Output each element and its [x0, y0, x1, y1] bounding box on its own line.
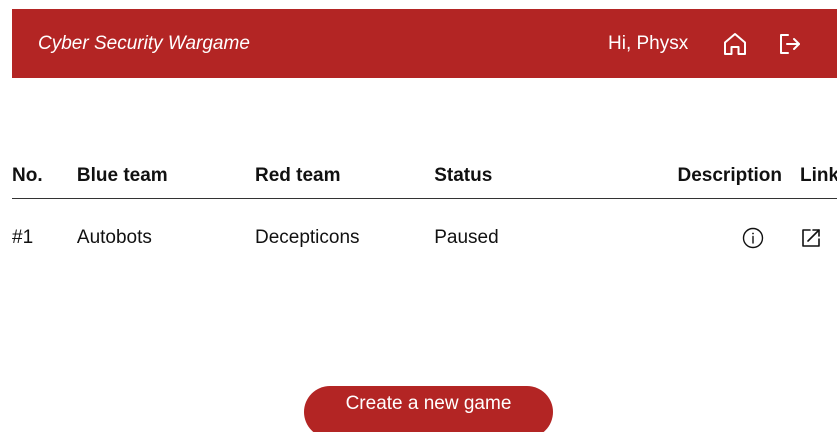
- column-header-red-team: Red team: [254, 153, 435, 199]
- table-header-row: No. Blue team Red team Status Descriptio…: [12, 153, 837, 199]
- open-link-icon[interactable]: [800, 227, 822, 249]
- link-cell: [800, 199, 837, 278]
- top-navbar: Cyber Security Wargame Hi, Physx: [12, 9, 837, 78]
- page: Cyber Security Wargame Hi, Physx No. Blu…: [0, 0, 837, 432]
- column-header-number: No.: [12, 153, 77, 199]
- game-number: #1: [12, 227, 34, 248]
- column-header-status: Status: [434, 153, 623, 199]
- games-table: No. Blue team Red team Status Descriptio…: [12, 153, 837, 277]
- game-status: Paused: [434, 227, 499, 248]
- table-row: #1 Autobots Decepticons Paused: [12, 199, 837, 278]
- red-team-name: Decepticons: [254, 227, 360, 248]
- brand-title[interactable]: Cyber Security Wargame: [38, 9, 250, 78]
- create-game-button[interactable]: Create a new game: [304, 386, 553, 432]
- blue-team-name: Autobots: [76, 227, 152, 248]
- column-header-blue-team: Blue team: [76, 153, 255, 199]
- description-cell: [623, 199, 800, 278]
- user-greeting: Hi, Physx: [608, 33, 689, 54]
- logout-icon[interactable]: [776, 30, 804, 58]
- column-header-description: Description: [622, 153, 801, 199]
- home-icon[interactable]: [721, 30, 749, 58]
- info-icon[interactable]: [742, 227, 764, 249]
- column-header-link: Link: [800, 153, 837, 199]
